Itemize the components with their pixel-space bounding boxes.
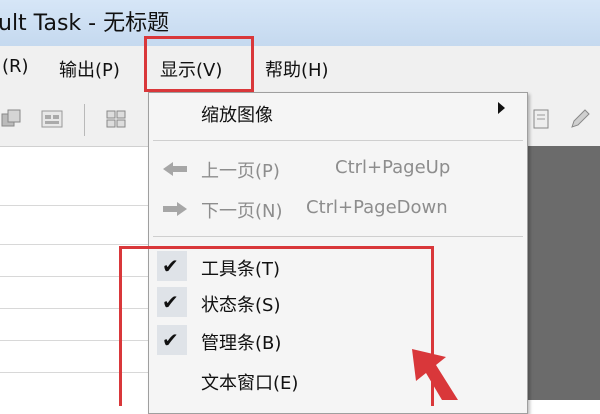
- title-bar: ult Task - 无标题: [0, 0, 600, 46]
- arrow-right-icon: [163, 202, 187, 216]
- menu-item-r[interactable]: (R): [2, 56, 29, 77]
- layout-icon[interactable]: [40, 108, 64, 130]
- preview-pane: [525, 146, 600, 400]
- menu-bar: (R) 输出(P) 显示(V) 帮助(H): [0, 46, 600, 93]
- copy-icon[interactable]: [0, 108, 24, 130]
- window-title: ult Task - 无标题: [0, 11, 170, 36]
- menu-prev-page[interactable]: 上一页(P): [201, 157, 280, 183]
- menu-separator: [153, 140, 523, 141]
- items-highlight-annotation: [119, 246, 434, 406]
- menu-separator: [153, 236, 523, 237]
- toolbar-separator: [84, 104, 85, 136]
- red-arrow-annotation: [412, 349, 458, 400]
- shortcut-prev-page: Ctrl+PageUp: [335, 157, 451, 178]
- pane-divider: [0, 205, 150, 206]
- grid-icon[interactable]: [104, 108, 128, 130]
- menu-zoom-image[interactable]: 缩放图像: [201, 101, 273, 127]
- document-icon[interactable]: [530, 108, 554, 130]
- menu-highlight-annotation: [144, 36, 254, 92]
- arrow-left-icon: [163, 162, 187, 176]
- menu-item-help[interactable]: 帮助(H): [265, 56, 329, 82]
- menu-item-output[interactable]: 输出(P): [59, 56, 120, 82]
- shortcut-next-page: Ctrl+PageDown: [306, 197, 448, 218]
- submenu-arrow-icon: [498, 102, 505, 114]
- pane-row-line: [0, 244, 150, 245]
- menu-next-page[interactable]: 下一页(N): [201, 197, 283, 223]
- pencil-icon[interactable]: [568, 108, 592, 130]
